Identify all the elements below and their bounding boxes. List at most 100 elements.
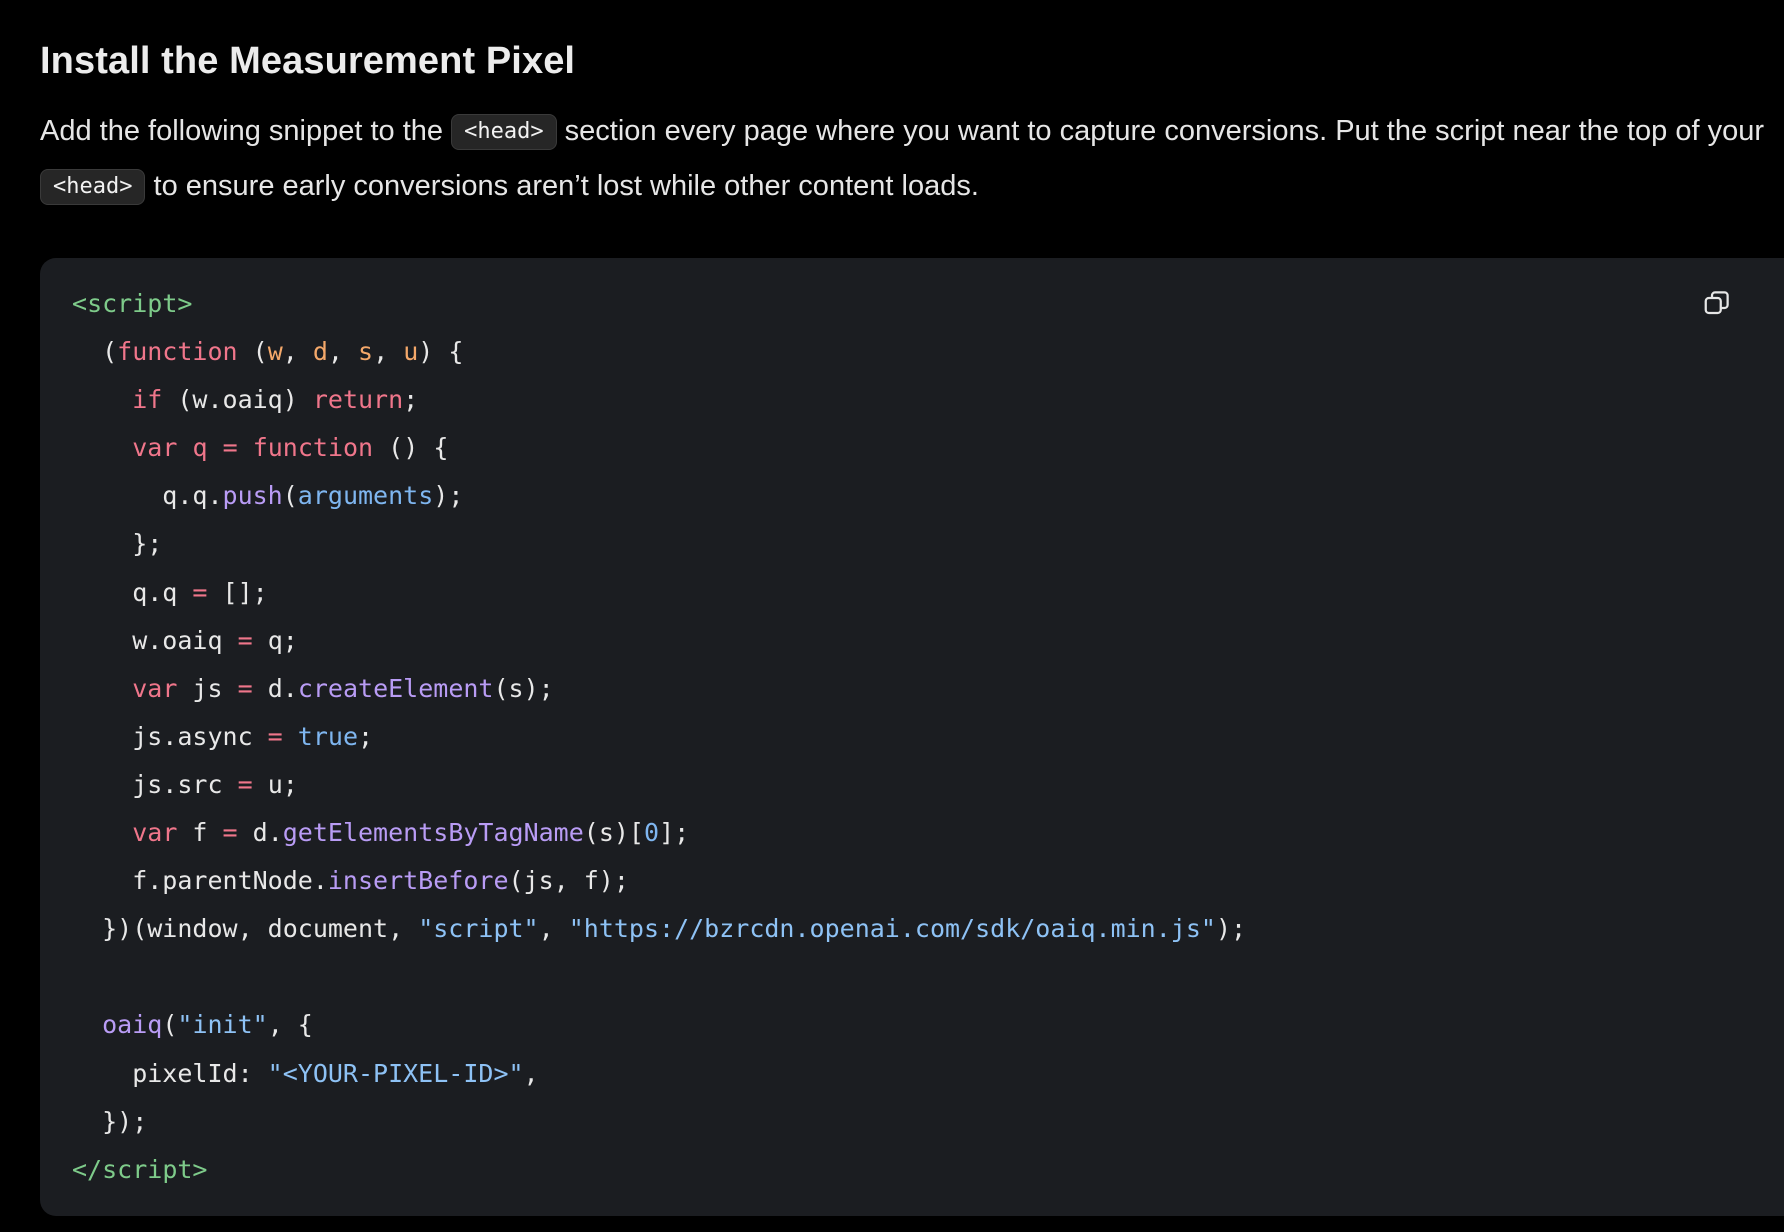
code-line: if (w.oaiq) return;: [72, 376, 1246, 424]
code-token: f: [177, 818, 223, 848]
code-token: ,: [523, 1058, 539, 1088]
code-token: =: [222, 433, 238, 463]
code-token: u: [403, 337, 419, 367]
code-token: script: [102, 1154, 193, 1184]
code-token: "script": [418, 914, 539, 944]
code-token: ;: [403, 385, 419, 415]
code-token: =: [237, 769, 253, 799]
code-line: var q = function () {: [72, 424, 1246, 472]
code-token: "https://bzrcdn.openai.com/sdk/oaiq.min.…: [568, 914, 1216, 944]
code-token: pixelId:: [72, 1058, 268, 1088]
code-token: if: [132, 385, 163, 415]
code-token: return: [312, 385, 404, 415]
code-token: function: [117, 337, 238, 367]
code-line: var js = d.createElement(s);: [72, 665, 1246, 713]
code-token: q.q: [72, 577, 193, 607]
code-token: u;: [252, 769, 298, 799]
code-token: d.: [237, 818, 283, 848]
inline-code-head: <head>: [451, 114, 557, 150]
code-token: q;: [252, 625, 298, 655]
code-line: };: [72, 520, 1246, 568]
code-line: <script>: [72, 280, 1246, 328]
code-line: w.oaiq = q;: [72, 617, 1246, 665]
code-token: true: [297, 721, 359, 751]
code-content: <script> (function (w, d, s, u) { if (w.…: [72, 280, 1246, 1194]
code-token: arguments: [297, 481, 434, 511]
code-token: push: [222, 481, 283, 511]
code-token: });: [72, 1106, 148, 1136]
code-block[interactable]: <script> (function (w, d, s, u) { if (w.…: [40, 258, 1784, 1216]
code-token: insertBefore: [327, 866, 509, 896]
code-line: f.parentNode.insertBefore(js, f);: [72, 857, 1246, 905]
code-token: ];: [659, 818, 690, 848]
code-token: var: [132, 818, 178, 848]
code-token: getElementsByTagName: [282, 818, 584, 848]
code-token: >: [177, 289, 193, 318]
code-token: function: [252, 433, 374, 463]
code-line: var f = d.getElementsByTagName(s)[0];: [72, 809, 1246, 857]
code-line: });: [72, 1098, 1246, 1146]
code-token: (: [162, 1010, 178, 1040]
code-token: [];: [207, 577, 268, 607]
code-token: =: [222, 818, 238, 848]
code-line: q.q = [];: [72, 569, 1246, 617]
code-token: =: [192, 577, 208, 607]
code-token: </: [72, 1154, 103, 1184]
copy-icon: [1704, 291, 1729, 315]
code-token: ,: [327, 337, 359, 367]
code-token: );: [1215, 914, 1247, 944]
code-token: (js, f);: [508, 866, 629, 896]
code-token: };: [72, 529, 163, 559]
code-line: q.q.push(arguments);: [72, 472, 1246, 520]
code-token: (: [72, 337, 118, 367]
code-line: js.src = u;: [72, 761, 1246, 809]
code-token: ) {: [418, 337, 464, 367]
code-token: q.q.: [72, 481, 223, 511]
code-token: js.async: [72, 721, 268, 751]
code-token: (s)[: [583, 818, 644, 848]
code-token: (w.oaiq): [162, 385, 313, 415]
code-line: js.async = true;: [72, 713, 1246, 761]
code-token: ,: [538, 914, 569, 944]
code-token: >: [192, 1154, 208, 1184]
code-token: =: [267, 721, 283, 751]
section-title: Install the Measurement Pixel: [40, 40, 576, 82]
code-token: (s);: [493, 673, 554, 703]
code-line: pixelId: "<YOUR-PIXEL-ID>",: [72, 1050, 1246, 1098]
code-token: js: [177, 673, 238, 703]
code-token: =: [237, 673, 253, 703]
intro-text-2: section every page where you want to cap…: [556, 115, 1765, 147]
code-token: d.: [252, 673, 298, 703]
code-token: s: [358, 337, 374, 367]
code-line: </script>: [72, 1146, 1246, 1194]
code-token: 0: [644, 818, 660, 848]
code-token: ;: [358, 721, 374, 751]
code-token: q: [192, 433, 208, 463]
code-token: "init": [177, 1010, 268, 1040]
intro-paragraph: Add the following snippet to the <head> …: [40, 104, 1780, 214]
code-token: =: [237, 625, 253, 655]
intro-text-1: Add the following snippet to the: [40, 115, 452, 147]
code-token: var: [132, 433, 178, 463]
code-token: (: [282, 481, 298, 511]
code-token: f.parentNode.: [72, 866, 328, 896]
code-line: (function (w, d, s, u) {: [72, 328, 1246, 376]
code-token: , {: [267, 1010, 313, 1040]
code-token: oaiq: [102, 1010, 163, 1040]
code-line: })(window, document, "script", "https://…: [72, 905, 1246, 953]
inline-code-head: <head>: [40, 169, 146, 205]
copy-button[interactable]: [1702, 288, 1732, 318]
code-token: () {: [373, 433, 449, 463]
code-token: <: [72, 289, 88, 318]
code-line: oaiq("init", {: [72, 1001, 1246, 1049]
code-token: "<YOUR-PIXEL-ID>": [267, 1058, 524, 1088]
